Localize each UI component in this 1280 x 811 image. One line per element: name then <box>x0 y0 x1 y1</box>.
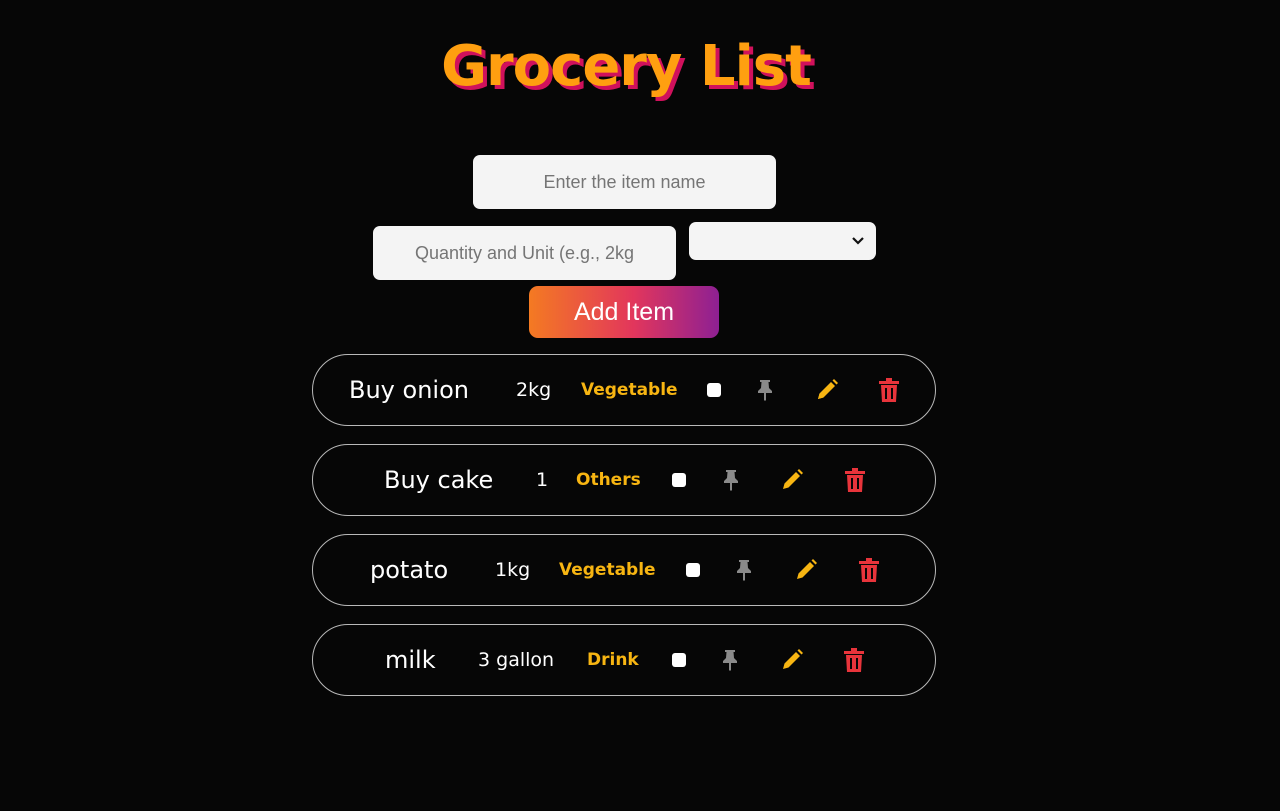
list-item: Buy onion 2kg Vegetable <box>312 354 936 426</box>
item-name: Buy cake <box>384 466 494 494</box>
item-name: milk <box>385 646 436 674</box>
item-quantity: 1kg <box>495 559 531 581</box>
item-name-input[interactable] <box>473 155 776 209</box>
category-select[interactable] <box>689 222 876 260</box>
item-name: Buy onion <box>349 376 469 404</box>
pencil-icon[interactable] <box>815 355 839 425</box>
item-checkbox[interactable] <box>707 383 721 397</box>
chevron-down-icon <box>850 232 866 248</box>
trash-icon[interactable] <box>844 625 864 695</box>
item-quantity: 2kg <box>516 379 552 401</box>
add-item-button[interactable]: Add Item <box>529 286 719 338</box>
grocery-app: Grocery List Add Item Buy onion 2kg Vege… <box>0 0 1280 811</box>
page-title: Grocery List <box>441 34 812 99</box>
pencil-icon[interactable] <box>780 445 804 515</box>
pencil-icon[interactable] <box>780 625 804 695</box>
pin-icon[interactable] <box>722 445 740 515</box>
item-quantity: 3 gallon <box>478 649 555 671</box>
quantity-input[interactable] <box>373 226 676 280</box>
list-item: potato 1kg Vegetable <box>312 534 936 606</box>
pin-icon[interactable] <box>756 355 774 425</box>
item-checkbox[interactable] <box>672 653 686 667</box>
item-name: potato <box>370 556 449 584</box>
item-quantity: 1 <box>536 469 549 491</box>
list-item: Buy cake 1 Others <box>312 444 936 516</box>
item-category: Drink <box>587 650 639 670</box>
item-checkbox[interactable] <box>686 563 700 577</box>
item-checkbox[interactable] <box>672 473 686 487</box>
item-category: Vegetable <box>559 560 656 580</box>
pencil-icon[interactable] <box>794 535 818 605</box>
list-item: milk 3 gallon Drink <box>312 624 936 696</box>
trash-icon[interactable] <box>879 355 899 425</box>
trash-icon[interactable] <box>845 445 865 515</box>
pin-icon[interactable] <box>735 535 753 605</box>
pin-icon[interactable] <box>721 625 739 695</box>
item-category: Vegetable <box>581 380 678 400</box>
item-category: Others <box>576 470 641 490</box>
trash-icon[interactable] <box>859 535 879 605</box>
